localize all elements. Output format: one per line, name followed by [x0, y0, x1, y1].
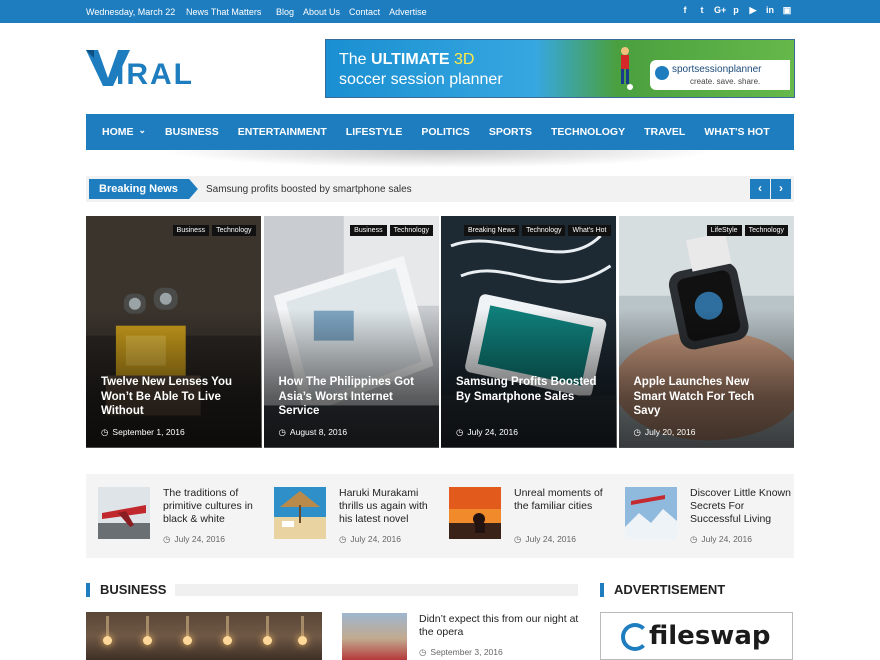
post-title[interactable]: Unreal moments of the familiar cities [514, 487, 619, 513]
soccer-player-illustration [621, 47, 633, 90]
nav-item-business[interactable]: BUSINESS [165, 126, 219, 138]
category-tags: Business Technology [350, 225, 433, 236]
top-bar: Wednesday, March 22 News That Matters Bl… [0, 0, 880, 23]
nav-item-politics[interactable]: POLITICS [421, 126, 469, 138]
list-item[interactable]: Discover Little Known Secrets For Succes… [625, 487, 795, 547]
top-links: Blog About Us Contact Advertise [276, 7, 436, 17]
nav-item-home[interactable]: HOME [102, 126, 146, 138]
ad-brand-name: sportsessionplanner [672, 64, 762, 75]
twitter-icon[interactable]: t [697, 5, 707, 16]
post-title[interactable]: Samsung Profits Boosted By Smartphone Sa… [456, 375, 606, 404]
top-link-blog[interactable]: Blog [276, 7, 294, 17]
linkedin-icon[interactable]: in [765, 5, 775, 16]
category-tag[interactable]: LifeStyle [706, 225, 742, 236]
airplane-mountains-thumbnail [625, 487, 677, 539]
post-title[interactable]: Haruki Murakami thrills us again with hi… [339, 487, 444, 526]
list-item[interactable]: Unreal moments of the familiar cities Ju… [449, 487, 619, 547]
nav-item-sports[interactable]: SPORTS [489, 126, 532, 138]
ad-brand-tagline: create. save. share. [690, 77, 761, 86]
featured-card[interactable]: LifeStyle Technology Apple Launches New … [618, 216, 794, 448]
instagram-icon[interactable]: ▣ [782, 5, 792, 16]
ticker-prev-button[interactable]: ‹ [750, 179, 770, 199]
post-date: July 24, 2016 [514, 534, 576, 545]
small-posts-strip: The traditions of primitive cultures in … [86, 474, 794, 558]
category-tag[interactable]: Technology [744, 225, 788, 236]
post-date: July 24, 2016 [163, 534, 225, 545]
opera-thumbnail[interactable] [342, 613, 407, 660]
category-tag[interactable]: Business [350, 225, 387, 236]
pinterest-icon[interactable]: p [731, 5, 741, 16]
youtube-icon[interactable]: ▶ [748, 5, 758, 16]
advertisement-section-title: ADVERTISEMENT [600, 583, 725, 597]
category-tag[interactable]: Business [172, 225, 210, 236]
social-links: f t G+ p ▶ in ▣ [680, 5, 792, 16]
category-tag[interactable]: Technology [522, 225, 566, 236]
top-link-contact[interactable]: Contact [349, 7, 380, 17]
post-title[interactable]: Twelve New Lenses You Won’t Be Able To L… [101, 375, 251, 419]
beach-umbrella-thumbnail [274, 487, 326, 539]
category-tag[interactable]: Technology [212, 225, 256, 236]
google-plus-icon[interactable]: G+ [714, 5, 726, 16]
facebook-icon[interactable]: f [680, 5, 690, 16]
ad-brand-name: fileswap [649, 621, 771, 651]
main-nav: HOME BUSINESS ENTERTAINMENT LIFESTYLE PO… [86, 114, 794, 150]
top-link-advertise[interactable]: Advertise [389, 7, 427, 17]
top-link-about-us[interactable]: About Us [303, 7, 340, 17]
post-title[interactable]: How The Philippines Got Asia’s Worst Int… [279, 375, 429, 419]
ball-icon [655, 66, 669, 80]
nav-item-whats-hot[interactable]: WHAT'S HOT [704, 126, 769, 138]
post-title[interactable]: Discover Little Known Secrets For Succes… [690, 487, 795, 526]
breaking-news-ticker: Breaking News Samsung profits boosted by… [86, 176, 794, 202]
post-date: July 20, 2016 [634, 427, 696, 438]
featured-card[interactable]: Business Technology Twelve New Lenses Yo… [86, 216, 262, 448]
header-ad-banner[interactable]: The ULTIMATE 3D soccer session planner s… [325, 39, 795, 98]
logo-text[interactable]: IRAL [116, 58, 194, 92]
ad-brand-box: sportsessionplanner create. save. share. [650, 60, 790, 90]
ad-headline: The ULTIMATE 3D [339, 51, 475, 68]
post-date: August 8, 2016 [279, 427, 347, 438]
nav-shadow [160, 150, 720, 168]
post-date: July 24, 2016 [690, 534, 752, 545]
nav-item-lifestyle[interactable]: LIFESTYLE [346, 126, 403, 138]
ad-subheadline: soccer session planner [339, 71, 503, 88]
post-title[interactable]: Didn’t expect this from our night at the… [419, 613, 579, 639]
list-item[interactable]: The traditions of primitive cultures in … [98, 487, 268, 547]
ticker-next-button[interactable]: › [771, 179, 791, 199]
category-tags: Breaking News Technology What's Hot [463, 225, 611, 236]
featured-card[interactable]: Breaking News Technology What's Hot Sams… [441, 216, 617, 448]
post-date: September 3, 2016 [419, 647, 502, 658]
category-tag[interactable]: Breaking News [463, 225, 520, 236]
nav-item-entertainment[interactable]: ENTERTAINMENT [238, 126, 327, 138]
post-title[interactable]: The traditions of primitive cultures in … [163, 487, 268, 526]
section-divider [175, 584, 578, 596]
airplane-thumbnail [98, 487, 150, 539]
category-tag[interactable]: What's Hot [568, 225, 611, 236]
list-item[interactable]: Haruki Murakami thrills us again with hi… [274, 487, 444, 547]
sidebar-ad[interactable]: fileswap [600, 612, 793, 660]
breaking-news-headline[interactable]: Samsung profits boosted by smartphone sa… [206, 184, 412, 195]
business-featured-image[interactable] [86, 612, 322, 660]
refresh-icon [621, 623, 649, 651]
site-tagline: News That Matters [186, 7, 262, 17]
current-date: Wednesday, March 22 [86, 7, 176, 17]
featured-posts: Business Technology Twelve New Lenses Yo… [86, 216, 794, 448]
nav-item-travel[interactable]: TRAVEL [644, 126, 685, 138]
post-date: July 24, 2016 [456, 427, 518, 438]
category-tag[interactable]: Technology [389, 225, 433, 236]
breaking-news-label: Breaking News [89, 179, 198, 199]
post-title[interactable]: Apple Launches New Smart Watch For Tech … [634, 375, 784, 419]
category-tags: Business Technology [172, 225, 256, 236]
featured-card[interactable]: Business Technology How The Philippines … [263, 216, 439, 448]
nav-item-technology[interactable]: TECHNOLOGY [551, 126, 625, 138]
sunset-thumbnail [449, 487, 501, 539]
ticker-controls: ‹ › [750, 179, 791, 199]
post-date: September 1, 2016 [101, 427, 184, 438]
post-date: July 24, 2016 [339, 534, 401, 545]
business-section-title: BUSINESS [86, 583, 166, 597]
category-tags: LifeStyle Technology [706, 225, 788, 236]
